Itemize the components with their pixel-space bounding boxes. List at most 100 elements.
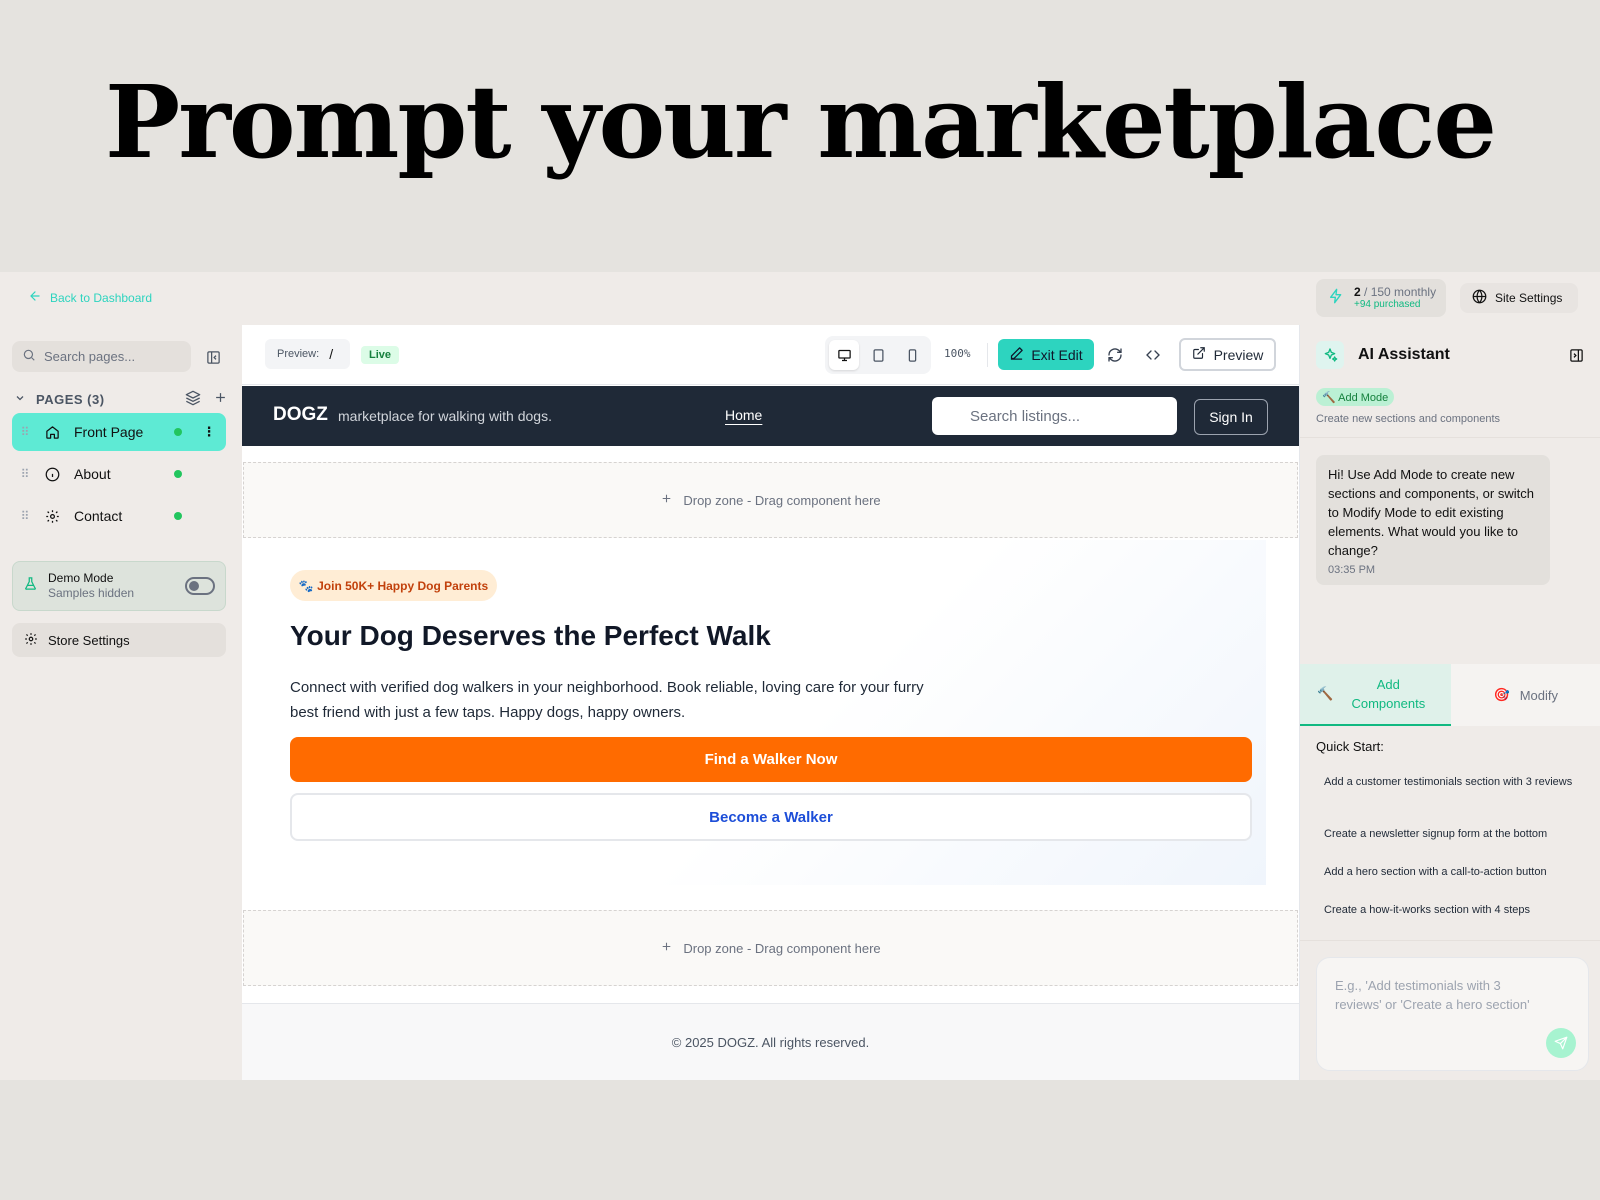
- back-to-dashboard-link[interactable]: Back to Dashboard: [28, 289, 152, 306]
- drop-zone-top[interactable]: Drop zone - Drag component here: [243, 462, 1298, 538]
- live-status-badge: Live: [361, 346, 399, 364]
- chevron-down-icon[interactable]: [14, 392, 26, 407]
- page-status-dot: [174, 428, 182, 436]
- credits-counter[interactable]: 2 / 150 monthly +94 purchased: [1316, 279, 1446, 317]
- editor-canvas: Preview: / Live 100% Exit Edit Preview D…: [242, 325, 1299, 1080]
- refresh-icon[interactable]: [1104, 344, 1126, 366]
- sparkles-icon: [1316, 341, 1344, 369]
- drop-zone-bottom[interactable]: Drop zone - Drag component here: [243, 910, 1298, 986]
- tab-modify-label: Modify: [1519, 687, 1558, 703]
- credits-used: 2: [1354, 284, 1361, 299]
- mobile-view-icon[interactable]: [897, 340, 927, 370]
- editor-toolbar: Preview: / Live 100% Exit Edit Preview: [242, 325, 1299, 385]
- store-settings-label: Store Settings: [48, 632, 130, 648]
- pages-sidebar: Search pages... PAGES (3) ⠿ Front Page ⋮…: [0, 325, 242, 1080]
- quick-start-item[interactable]: Create a newsletter signup form at the b…: [1324, 827, 1584, 842]
- site-settings-label: Site Settings: [1495, 291, 1563, 305]
- site-navbar: DOGZ marketplace for walking with dogs. …: [242, 386, 1299, 446]
- code-icon[interactable]: [1142, 344, 1164, 366]
- demo-mode-title: Demo Mode: [48, 571, 114, 585]
- sign-in-button[interactable]: Sign In: [1194, 399, 1268, 435]
- arrow-left-icon: [28, 289, 42, 306]
- preview-button-label: Preview: [1213, 346, 1264, 363]
- toolbar-divider: [987, 343, 988, 367]
- home-icon: [38, 425, 66, 440]
- mode-tabs: 🔨 Add Components 🎯 Modify: [1300, 664, 1600, 726]
- listings-search-input[interactable]: [932, 397, 1177, 435]
- tablet-view-icon[interactable]: [863, 340, 893, 370]
- ai-assistant-title: AI Assistant: [1358, 346, 1450, 363]
- search-pages-field[interactable]: Search pages...: [12, 341, 191, 372]
- assistant-message-time: 03:35 PM: [1328, 564, 1376, 576]
- drop-zone-label: Drop zone - Drag component here: [683, 940, 881, 956]
- tab-add-components[interactable]: 🔨 Add Components: [1300, 664, 1451, 726]
- send-icon[interactable]: [1546, 1028, 1576, 1058]
- exit-edit-label: Exit Edit: [1031, 346, 1083, 363]
- editor-app: Back to Dashboard 2 / 150 monthly +94 pu…: [0, 272, 1600, 1080]
- find-walker-button[interactable]: Find a Walker Now: [290, 737, 1252, 782]
- hero-section[interactable]: 🐾 Join 50K+ Happy Dog Parents Your Dog D…: [242, 540, 1266, 885]
- drag-handle-icon[interactable]: ⠿: [12, 425, 38, 439]
- become-walker-button[interactable]: Become a Walker: [290, 793, 1252, 841]
- flask-icon: [23, 576, 38, 596]
- quick-start-item[interactable]: Create a how-it-works section with 4 ste…: [1324, 903, 1584, 918]
- search-icon: [22, 348, 36, 365]
- page-item-contact[interactable]: ⠿ Contact: [12, 497, 226, 535]
- chat-prompt-input[interactable]: [1335, 976, 1545, 1046]
- footer-copyright: © 2025 DOGZ. All rights reserved.: [671, 1034, 870, 1050]
- tab-add-components-label: Add Components: [1351, 677, 1426, 711]
- demo-mode-panel: Demo Mode Samples hidden: [12, 561, 226, 611]
- preview-button[interactable]: Preview: [1179, 338, 1276, 371]
- plus-icon: [660, 940, 673, 956]
- drag-handle-icon[interactable]: ⠿: [12, 467, 38, 481]
- page-status-dot: [174, 512, 182, 520]
- divider: [1300, 437, 1600, 438]
- device-switcher: [825, 336, 931, 374]
- desktop-view-icon[interactable]: [829, 340, 859, 370]
- store-settings-button[interactable]: Store Settings: [12, 623, 226, 657]
- layers-icon[interactable]: [185, 390, 201, 409]
- exit-edit-button[interactable]: Exit Edit: [998, 339, 1094, 370]
- assistant-message: Hi! Use Add Mode to create new sections …: [1316, 455, 1550, 585]
- add-page-icon[interactable]: [213, 390, 228, 408]
- quick-start-title: Quick Start:: [1316, 739, 1384, 754]
- quick-start-item[interactable]: Add a customer testimonials section with…: [1324, 775, 1584, 790]
- divider: [1300, 940, 1600, 941]
- nav-link-home[interactable]: Home: [725, 407, 762, 423]
- globe-icon: [1472, 289, 1487, 307]
- credits-purchased: +94 purchased: [1354, 299, 1421, 311]
- mode-description: Create new sections and components: [1316, 413, 1501, 425]
- pages-section-header: PAGES (3): [14, 389, 228, 409]
- pencil-icon: [1009, 346, 1024, 364]
- gear-icon: [38, 509, 66, 524]
- page-item-front-page[interactable]: ⠿ Front Page ⋮: [12, 413, 226, 451]
- collapse-sidebar-icon[interactable]: [202, 346, 224, 368]
- search-pages-placeholder: Search pages...: [44, 349, 136, 364]
- headline: Prompt your marketplace: [105, 63, 1497, 181]
- page-status-dot: [174, 470, 182, 478]
- assistant-message-text: Hi! Use Add Mode to create new sections …: [1328, 467, 1534, 558]
- drag-handle-icon[interactable]: ⠿: [12, 509, 38, 523]
- zoom-level[interactable]: 100%: [944, 347, 971, 360]
- chat-input-box: [1316, 957, 1589, 1071]
- more-options-icon[interactable]: ⋮: [200, 424, 218, 440]
- hero-title: Your Dog Deserves the Perfect Walk: [290, 620, 771, 651]
- pages-heading: PAGES (3): [36, 391, 105, 407]
- hero-badge: 🐾 Join 50K+ Happy Dog Parents: [290, 570, 497, 601]
- ai-assistant-panel: AI Assistant 🔨 Add Mode Create new secti…: [1299, 325, 1600, 1080]
- site-footer: © 2025 DOGZ. All rights reserved.: [242, 1003, 1299, 1080]
- preview-path: Preview: /: [265, 339, 350, 369]
- demo-mode-toggle[interactable]: [185, 577, 215, 595]
- lightning-icon: [1328, 288, 1344, 309]
- page-item-about[interactable]: ⠿ About: [12, 455, 226, 493]
- gear-icon: [24, 632, 38, 649]
- info-icon: [38, 467, 66, 482]
- tab-modify[interactable]: 🎯 Modify: [1450, 664, 1600, 726]
- top-bar: Back to Dashboard 2 / 150 monthly +94 pu…: [0, 272, 1600, 325]
- plus-icon: [660, 492, 673, 508]
- preview-path-value: /: [329, 346, 334, 362]
- site-brand[interactable]: DOGZ: [273, 404, 328, 426]
- quick-start-item[interactable]: Add a hero section with a call-to-action…: [1324, 865, 1584, 880]
- site-settings-button[interactable]: Site Settings: [1460, 283, 1578, 313]
- close-panel-icon[interactable]: [1569, 348, 1584, 363]
